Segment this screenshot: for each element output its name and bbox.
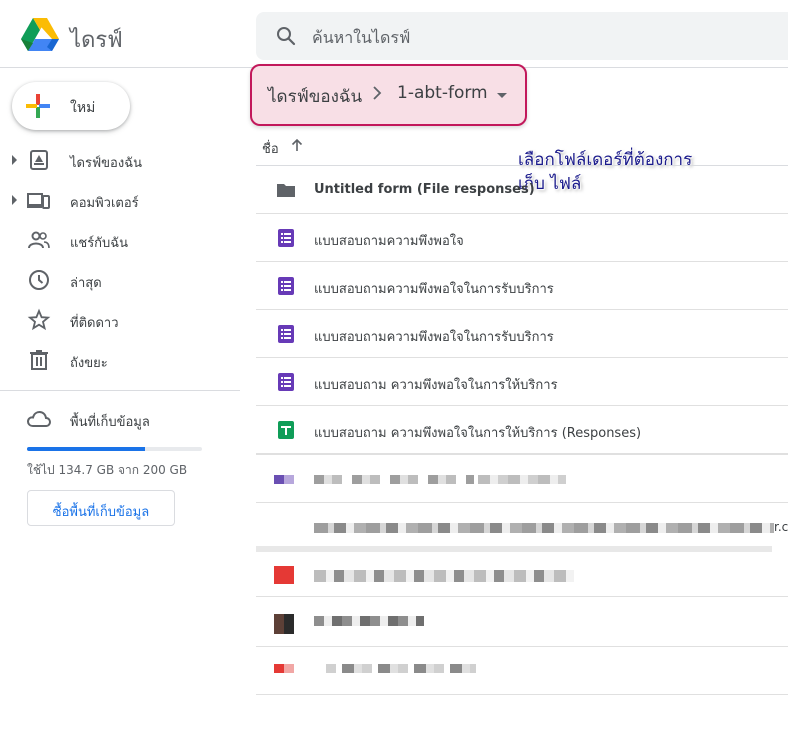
row-divider	[256, 694, 788, 695]
sidebar-item-computers[interactable]: คอมพิวเตอร์	[0, 180, 240, 220]
folder-icon	[277, 184, 295, 197]
sidebar-item-storage[interactable]: พื้นที่เก็บข้อมูล	[0, 404, 240, 434]
google-forms-icon	[278, 229, 294, 247]
redacted-file-name	[326, 664, 476, 673]
redacted-file-icon	[284, 664, 294, 673]
redacted-file-name	[314, 523, 774, 533]
cloud-icon	[26, 410, 52, 427]
buy-storage-button[interactable]: ซื้อพื้นที่เก็บข้อมูล	[27, 490, 175, 526]
google-forms-icon	[278, 373, 294, 391]
file-row[interactable]: Untitled form (File responses)	[256, 166, 788, 214]
redacted-file-name	[314, 616, 424, 626]
row-divider	[256, 646, 788, 647]
chevron-down-icon[interactable]	[497, 93, 507, 98]
clock-icon	[29, 270, 49, 290]
search-icon[interactable]	[274, 24, 298, 48]
row-divider	[256, 454, 788, 455]
search-input[interactable]: ค้นหาในไดรฟ์	[312, 26, 410, 51]
row-divider	[256, 546, 772, 552]
redacted-file-icon	[274, 566, 294, 584]
storage-usage-fill	[27, 447, 145, 451]
sidebar-item-label: ถังขยะ	[70, 356, 108, 371]
drive-logo-icon[interactable]	[21, 18, 59, 52]
storage-label: พื้นที่เก็บข้อมูล	[70, 415, 150, 430]
breadcrumb: ไดรฟ์ของฉัน 1-abt-form	[250, 64, 527, 126]
sidebar-item-label: คอมพิวเตอร์	[70, 196, 139, 211]
star-icon	[27, 308, 51, 331]
chevron-right-icon	[373, 86, 382, 100]
row-divider	[256, 596, 788, 597]
file-name: แบบสอบถามความพึงพอใจ	[314, 234, 464, 249]
redacted-file-icon	[284, 475, 294, 484]
sidebar-item-trash[interactable]: ถังขยะ	[0, 340, 240, 380]
search-bar[interactable]: ค้นหาในไดรฟ์	[256, 12, 788, 60]
storage-usage-text: ใช้ไป 134.7 GB จาก 200 GB	[27, 463, 188, 477]
file-row[interactable]: แบบสอบถาม ความพึงพอใจในการให้บริการ	[256, 358, 788, 406]
file-name: แบบสอบถามความพึงพอใจในการรับบริการ	[314, 282, 554, 297]
new-button[interactable]: ใหม่	[12, 82, 130, 130]
truncated-text: r.c	[774, 520, 788, 534]
plus-icon	[26, 94, 50, 118]
file-row[interactable]: แบบสอบถามความพึงพอใจ	[256, 214, 788, 262]
list-header: ชื่อ	[256, 132, 788, 166]
file-name: Untitled form (File responses)	[314, 182, 535, 197]
sidebar-item-recent[interactable]: ล่าสุด	[0, 260, 240, 300]
file-row[interactable]: แบบสอบถามความพึงพอใจในการรับบริการ	[256, 262, 788, 310]
google-forms-icon	[278, 325, 294, 343]
redacted-file-name	[314, 570, 574, 582]
name-column-header[interactable]: ชื่อ	[262, 138, 279, 159]
google-sheets-icon	[278, 421, 294, 439]
sort-arrow-up-icon[interactable]	[290, 138, 304, 152]
breadcrumb-current-folder[interactable]: 1-abt-form	[397, 83, 488, 103]
sidebar-item-starred[interactable]: ที่ติดดาว	[0, 300, 240, 340]
buy-storage-label: ซื้อพื้นที่เก็บข้อมูล	[52, 505, 150, 520]
sidebar-item-label: ไดรฟ์ของฉัน	[70, 156, 142, 171]
storage-usage-bar	[27, 447, 202, 451]
redacted-file-name	[478, 475, 566, 484]
redacted-file-icon	[274, 614, 284, 634]
redacted-file-rows: r.c	[256, 454, 788, 714]
trash-icon	[30, 350, 48, 370]
sidebar-item-my-drive[interactable]: ไดรฟ์ของฉัน	[0, 140, 240, 180]
breadcrumb-my-drive[interactable]: ไดรฟ์ของฉัน	[268, 83, 362, 110]
redacted-file-icon	[274, 664, 284, 673]
redacted-file-name	[314, 475, 474, 484]
sidebar-item-label: ที่ติดดาว	[70, 316, 119, 331]
expand-arrow-icon[interactable]	[12, 155, 17, 165]
app-title: ไดรฟ์	[70, 28, 123, 53]
my-drive-icon	[30, 150, 48, 170]
redacted-file-icon	[284, 614, 294, 634]
google-forms-icon	[278, 277, 294, 295]
computers-icon	[27, 193, 50, 209]
file-name: แบบสอบถาม ความพึงพอใจในการให้บริการ (Res…	[314, 426, 642, 441]
file-row[interactable]: แบบสอบถาม ความพึงพอใจในการให้บริการ (Res…	[256, 406, 788, 454]
sidebar-item-label: ล่าสุด	[70, 276, 102, 291]
sidebar-item-shared[interactable]: แชร์กับฉัน	[0, 220, 240, 260]
file-name: แบบสอบถามความพึงพอใจในการรับบริการ	[314, 330, 554, 345]
file-row[interactable]: แบบสอบถามความพึงพอใจในการรับบริการ	[256, 310, 788, 358]
row-divider	[256, 502, 788, 503]
sidebar-nav: ไดรฟ์ของฉัน คอมพิวเตอร์ แชร์กับฉัน ล่าสุ…	[0, 140, 240, 380]
sidebar-item-label: แชร์กับฉัน	[70, 236, 129, 251]
top-bar: ไดรฟ์ ค้นหาในไดรฟ์	[0, 0, 788, 68]
drive-app: ไดรฟ์ ค้นหาในไดรฟ์ ใหม่ ไดรฟ์ของฉัน คอมพ…	[0, 0, 788, 742]
shared-icon	[28, 231, 50, 249]
file-list: Untitled form (File responses) แบบสอบถาม…	[256, 166, 788, 454]
expand-arrow-icon[interactable]	[12, 195, 17, 205]
file-name: แบบสอบถาม ความพึงพอใจในการให้บริการ	[314, 378, 558, 393]
new-button-label: ใหม่	[70, 100, 96, 116]
redacted-file-icon	[274, 475, 284, 484]
sidebar-divider	[0, 390, 240, 391]
